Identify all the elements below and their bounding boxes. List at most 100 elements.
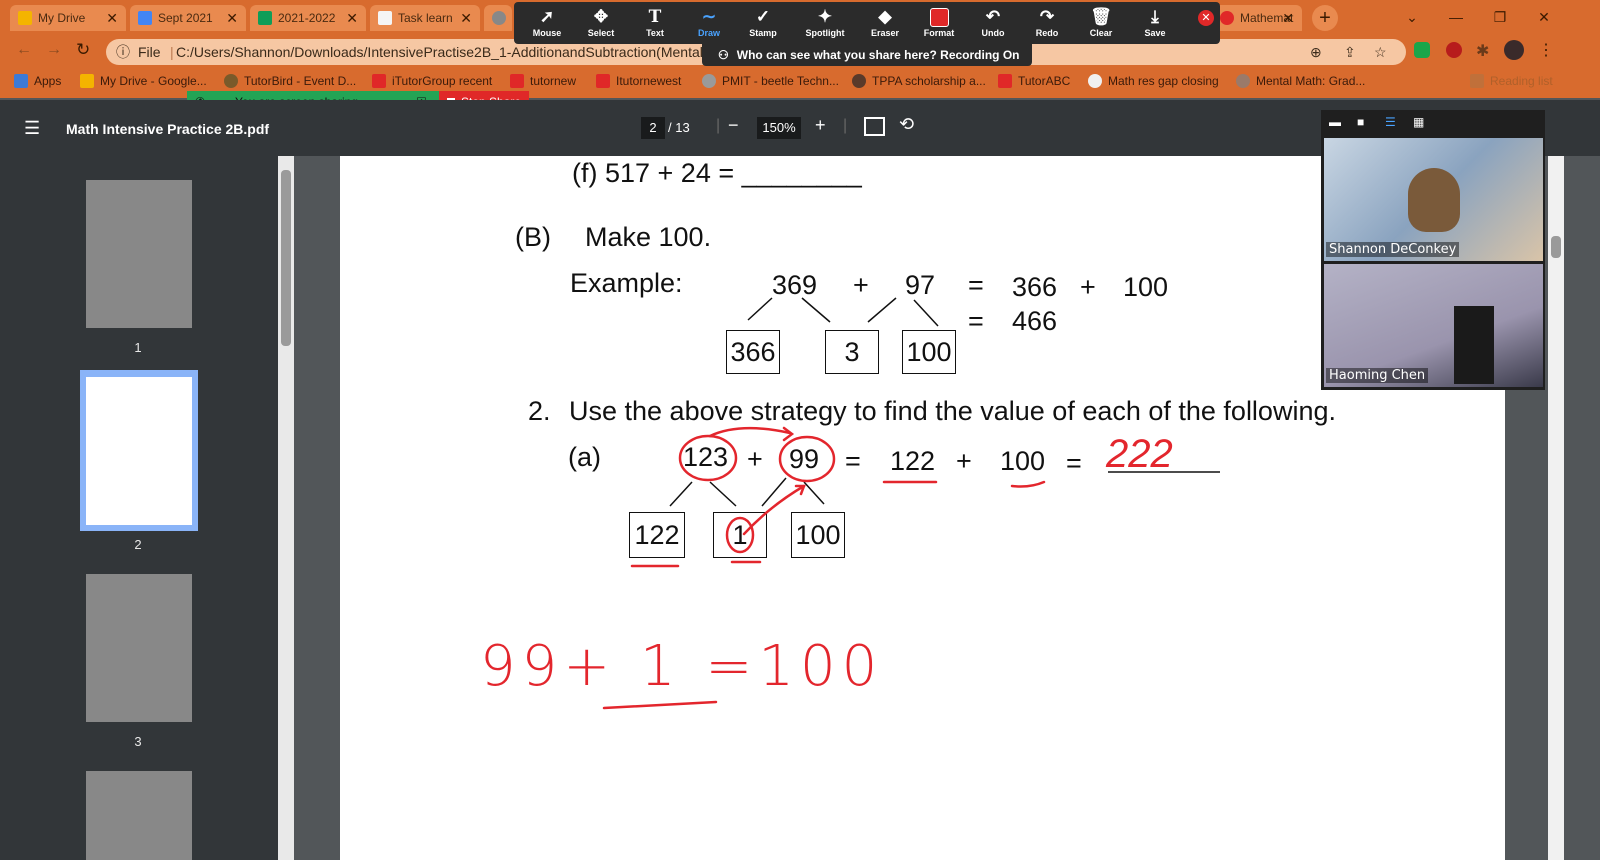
puzzle-icon[interactable]: ✱ [1476, 41, 1489, 61]
task-icon [378, 11, 392, 25]
page-thumbnail-2[interactable] [86, 377, 192, 525]
video-tile-shannon[interactable]: Shannon DeConkey [1324, 138, 1543, 261]
google-sheets-icon [258, 11, 272, 25]
google-drive-icon [80, 74, 94, 88]
itutor-icon [596, 74, 610, 88]
page-thumbnail-1[interactable] [86, 180, 192, 328]
url-scheme: File [138, 44, 161, 60]
zoom-out-button[interactable]: − [728, 115, 739, 136]
tool-text[interactable]: T Text [628, 6, 682, 38]
example-line [913, 299, 939, 327]
new-tab-button[interactable]: + [1312, 5, 1338, 31]
tutorbird-icon [224, 74, 238, 88]
reading-list[interactable]: Reading list [1470, 74, 1553, 88]
bookmark-apps[interactable]: Apps [14, 74, 61, 88]
thumbnail-view-icon[interactable]: ■ [1357, 115, 1364, 129]
tab-task-learn[interactable]: Task learn ✕ [370, 5, 480, 31]
bookmark-my-drive[interactable]: My Drive - Google... [80, 74, 207, 88]
restore-button[interactable]: ❐ [1480, 6, 1520, 28]
recording-notice[interactable]: ⚇ Who can see what you share here? Record… [702, 44, 1032, 66]
bookmark-itutorgroup[interactable]: iTutorGroup recent [372, 74, 492, 88]
avatar[interactable] [1504, 40, 1524, 60]
info-icon[interactable]: ⓘ [116, 39, 130, 65]
tool-clear[interactable]: 🗑 Clear [1074, 6, 1128, 38]
tab-sept-2021[interactable]: Sept 2021 ✕ [130, 5, 246, 31]
tool-save[interactable]: ⤓ Save [1128, 6, 1182, 38]
scrollbar-thumb[interactable] [281, 170, 291, 346]
tool-select[interactable]: ✥ Select [574, 6, 628, 38]
close-toolbar-icon[interactable]: ✕ [1198, 10, 1214, 26]
reload-icon[interactable]: ↻ [76, 40, 90, 60]
close-tab-icon[interactable]: ✕ [460, 10, 472, 27]
participant-name: Haoming Chen [1326, 368, 1429, 383]
tool-undo[interactable]: ↶ Undo [966, 6, 1020, 38]
undo-icon: ↶ [985, 7, 1001, 26]
bookmark-star-icon[interactable]: ☆ [1374, 39, 1387, 65]
color-swatch-icon [912, 6, 966, 28]
bookmark-tutorbird[interactable]: TutorBird - Event D... [224, 74, 356, 88]
bookmark-tppa[interactable]: TPPA scholarship a... [852, 74, 986, 88]
close-tab-icon[interactable]: ✕ [346, 10, 358, 27]
tool-spotlight[interactable]: ✦ Spotlight [794, 6, 856, 38]
video-tile-haoming[interactable]: Haoming Chen [1324, 264, 1543, 387]
thumbnail-number: 3 [134, 734, 142, 749]
back-icon[interactable]: ← [16, 41, 32, 59]
bookmark-math-res[interactable]: Math res gap closing [1088, 74, 1219, 88]
tab-2021-2022[interactable]: 2021-2022 ✕ [250, 5, 366, 31]
extension-icon[interactable] [1414, 42, 1430, 58]
zoom-icon[interactable]: ⊕ [1310, 39, 1322, 65]
scrollbar-thumb[interactable] [1551, 236, 1561, 258]
tool-eraser[interactable]: ◆ Eraser [858, 6, 912, 38]
tab-mathematics[interactable]: Mathemat ✕ [1212, 5, 1302, 31]
page-number-input[interactable]: 2 [641, 117, 665, 139]
page-scrollbar[interactable] [1548, 156, 1564, 860]
menu-dots-icon[interactable]: ⋮ [1538, 40, 1554, 60]
close-tab-icon[interactable]: ✕ [106, 10, 118, 27]
bookmark-mental-math[interactable]: Mental Math: Grad... [1236, 74, 1365, 88]
tab-pinned[interactable] [484, 5, 512, 31]
page-thumbnail-4[interactable] [86, 771, 192, 860]
sidebar-scrollbar[interactable] [278, 156, 294, 860]
example-line [747, 297, 773, 321]
tool-redo[interactable]: ↷ Redo [1020, 6, 1074, 38]
tab-search-icon[interactable]: ⌄ [1392, 6, 1432, 28]
circle-123 [678, 434, 738, 482]
speaker-view-icon[interactable]: ☰ [1385, 115, 1396, 129]
bookmark-pmit[interactable]: PMIT - beetle Techn... [702, 74, 839, 88]
arrow-123-to-99 [708, 426, 792, 438]
close-tab-icon[interactable]: ✕ [226, 10, 238, 27]
gallery-view-icon[interactable]: ▦ [1413, 115, 1424, 129]
close-window-button[interactable]: ✕ [1524, 6, 1564, 28]
bookmark-tutorabc[interactable]: TutorABC [998, 74, 1070, 88]
menu-icon[interactable]: ☰ [24, 118, 40, 139]
minimize-button[interactable]: — [1436, 6, 1476, 28]
share-icon[interactable]: ⇪ [1344, 39, 1356, 65]
tool-format[interactable]: Format [912, 6, 966, 38]
fit-page-icon[interactable] [864, 117, 885, 136]
participant-silhouette [1408, 168, 1460, 232]
viewer-margin [1564, 156, 1600, 860]
circle-99 [778, 435, 836, 483]
rotate-icon[interactable]: ⟲ [899, 114, 914, 135]
apps-grid-icon [14, 74, 28, 88]
bookmark-tutornew[interactable]: tutornew [510, 74, 576, 88]
circle-1 [725, 516, 755, 554]
checkmark-icon: ✓ [755, 7, 771, 26]
minimize-video-icon[interactable]: ▬ [1329, 115, 1341, 129]
tool-stamp[interactable]: ✓ Stamp [736, 6, 790, 38]
bookmark-itutornewest[interactable]: Itutornewest [596, 74, 681, 88]
ublock-icon[interactable] [1446, 42, 1462, 58]
cursor-icon: ➚ [539, 7, 555, 26]
forward-icon[interactable]: → [46, 41, 62, 59]
thumbnail-number: 1 [134, 340, 142, 355]
eraser-icon: ◆ [878, 7, 892, 26]
zoom-in-button[interactable]: + [815, 115, 826, 136]
reading-list-icon [1470, 74, 1484, 88]
close-tab-icon[interactable]: ✕ [1282, 10, 1294, 27]
tab-my-drive[interactable]: My Drive ✕ [10, 5, 126, 31]
zoom-level[interactable]: 150% [757, 117, 801, 139]
tool-draw[interactable]: ∼ Draw [682, 6, 736, 38]
page-thumbnail-3[interactable] [86, 574, 192, 722]
tool-mouse[interactable]: ➚ Mouse [520, 6, 574, 38]
divider: | [843, 117, 848, 134]
